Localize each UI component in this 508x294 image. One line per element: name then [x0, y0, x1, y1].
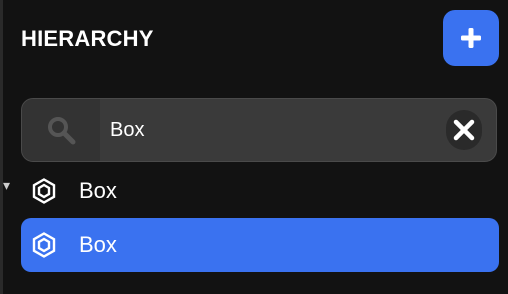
- close-icon: [453, 119, 475, 141]
- list-item[interactable]: Box: [21, 164, 499, 218]
- clear-search-button[interactable]: [446, 110, 482, 150]
- search-icon-container: [22, 99, 100, 161]
- search-input[interactable]: [110, 113, 430, 147]
- plus-icon: [461, 28, 481, 48]
- panel-title: HIERARCHY: [21, 26, 154, 51]
- object-icon: [31, 178, 57, 204]
- search-box[interactable]: [21, 98, 497, 162]
- list-item-selected[interactable]: Box: [21, 218, 499, 272]
- add-button[interactable]: [443, 10, 499, 66]
- hierarchy-panel: HIERARCHY ▾ Box: [0, 0, 508, 294]
- collapse-arrow-icon[interactable]: ▾: [3, 177, 10, 194]
- object-icon: [31, 232, 57, 258]
- list-item-label: Box: [79, 232, 117, 257]
- search-icon: [48, 117, 76, 145]
- list-item-label: Box: [79, 178, 117, 203]
